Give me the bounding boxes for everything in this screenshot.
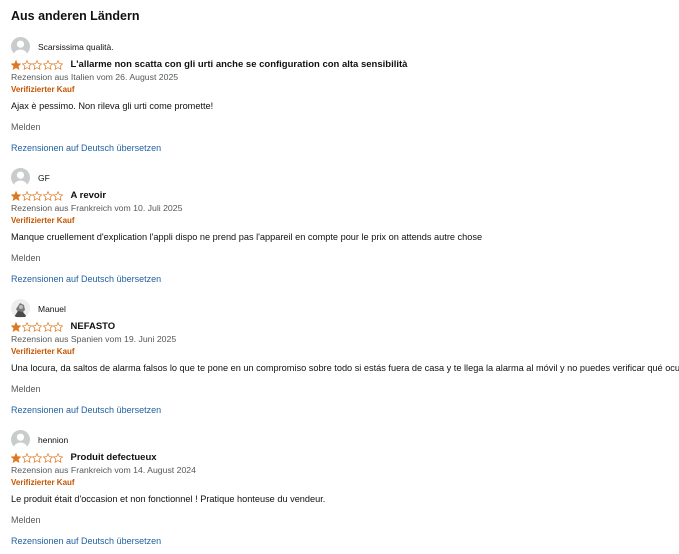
review-item: Scarsissima qualità. L'allarme non scatt… [11,37,675,154]
translate-link[interactable]: Rezensionen auf Deutsch übersetzen [11,405,675,416]
star-empty-icon [21,452,32,463]
star-empty-icon [32,59,42,70]
reviewer-profile[interactable]: hennion [11,430,675,449]
star-rating [11,321,64,332]
star-empty-icon [32,321,42,332]
star-rating [11,452,64,463]
star-empty-icon [53,321,63,332]
reviewer-profile[interactable]: Scarsissima qualità. [11,37,675,56]
verified-purchase-badge: Verifizierter Kauf [11,216,75,225]
translate-link[interactable]: Rezensionen auf Deutsch übersetzen [11,274,675,285]
verified-purchase-badge: Verifizierter Kauf [11,478,75,487]
reviewer-name: hennion [38,434,69,445]
reviewer-profile[interactable]: Manuel [11,299,675,318]
star-empty-icon [21,190,32,201]
review-title[interactable]: Produit defectueux [71,452,157,463]
review-title[interactable]: A revoir [71,190,107,201]
star-empty-icon [53,59,63,70]
review-item: hennion Produit defectueux Rezension aus… [11,430,675,547]
star-empty-icon [21,321,32,332]
reviewer-name: GF [38,172,50,183]
review-body: Manque cruellement d'explication l'appli… [11,232,483,242]
star-filled-icon [11,190,21,201]
translate-link[interactable]: Rezensionen auf Deutsch übersetzen [11,143,675,154]
reviewer-name: Scarsissima qualità. [38,41,114,52]
reviews-page: Aus anderen Ländern Scarsissima qualità.… [0,0,679,554]
review-date: Rezension aus Frankreich vom 10. Juli 20… [11,203,183,213]
review-date: Rezension aus Italien vom 26. August 202… [11,72,179,82]
report-link[interactable]: Melden [11,122,675,133]
reviewer-name: Manuel [38,303,66,314]
verified-purchase-badge: Verifizierter Kauf [11,347,75,356]
star-empty-icon [42,190,53,201]
review-date: Rezension aus Frankreich vom 14. August … [11,465,196,475]
report-link[interactable]: Melden [11,384,675,395]
star-empty-icon [53,190,63,201]
star-filled-icon [11,59,21,70]
star-empty-icon [53,452,63,463]
review-title[interactable]: L'allarme non scatta con gli urti anche … [71,59,408,70]
default-avatar-icon [11,37,30,56]
review-body: Le produit était d'occasion et non fonct… [11,494,326,504]
star-empty-icon [21,59,32,70]
review-date: Rezension aus Spanien vom 19. Juni 2025 [11,334,177,344]
star-empty-icon [42,452,53,463]
default-avatar-icon [11,168,30,187]
reviewer-profile[interactable]: GF [11,168,675,187]
review-item: GF A revoir Rezension aus Frankreich vom… [11,168,675,285]
star-empty-icon [32,452,42,463]
review-title[interactable]: NEFASTO [71,321,116,332]
star-empty-icon [42,321,53,332]
star-rating [11,59,64,70]
section-heading: Aus anderen Ländern [11,9,140,23]
star-rating [11,190,64,201]
photo-avatar-icon [11,299,30,318]
translate-link[interactable]: Rezensionen auf Deutsch übersetzen [11,536,675,547]
star-filled-icon [11,452,21,463]
verified-purchase-badge: Verifizierter Kauf [11,85,75,94]
star-empty-icon [42,59,53,70]
report-link[interactable]: Melden [11,253,675,264]
star-filled-icon [11,321,21,332]
review-item: Manuel NEFASTO Rezension aus Spanien vom… [11,299,679,416]
review-body: Ajax è pessimo. Non rileva gli urti come… [11,101,214,111]
review-body: Una locura, da saltos de alarma falsos l… [11,363,679,373]
star-empty-icon [32,190,42,201]
report-link[interactable]: Melden [11,515,675,526]
default-avatar-icon [11,430,30,449]
